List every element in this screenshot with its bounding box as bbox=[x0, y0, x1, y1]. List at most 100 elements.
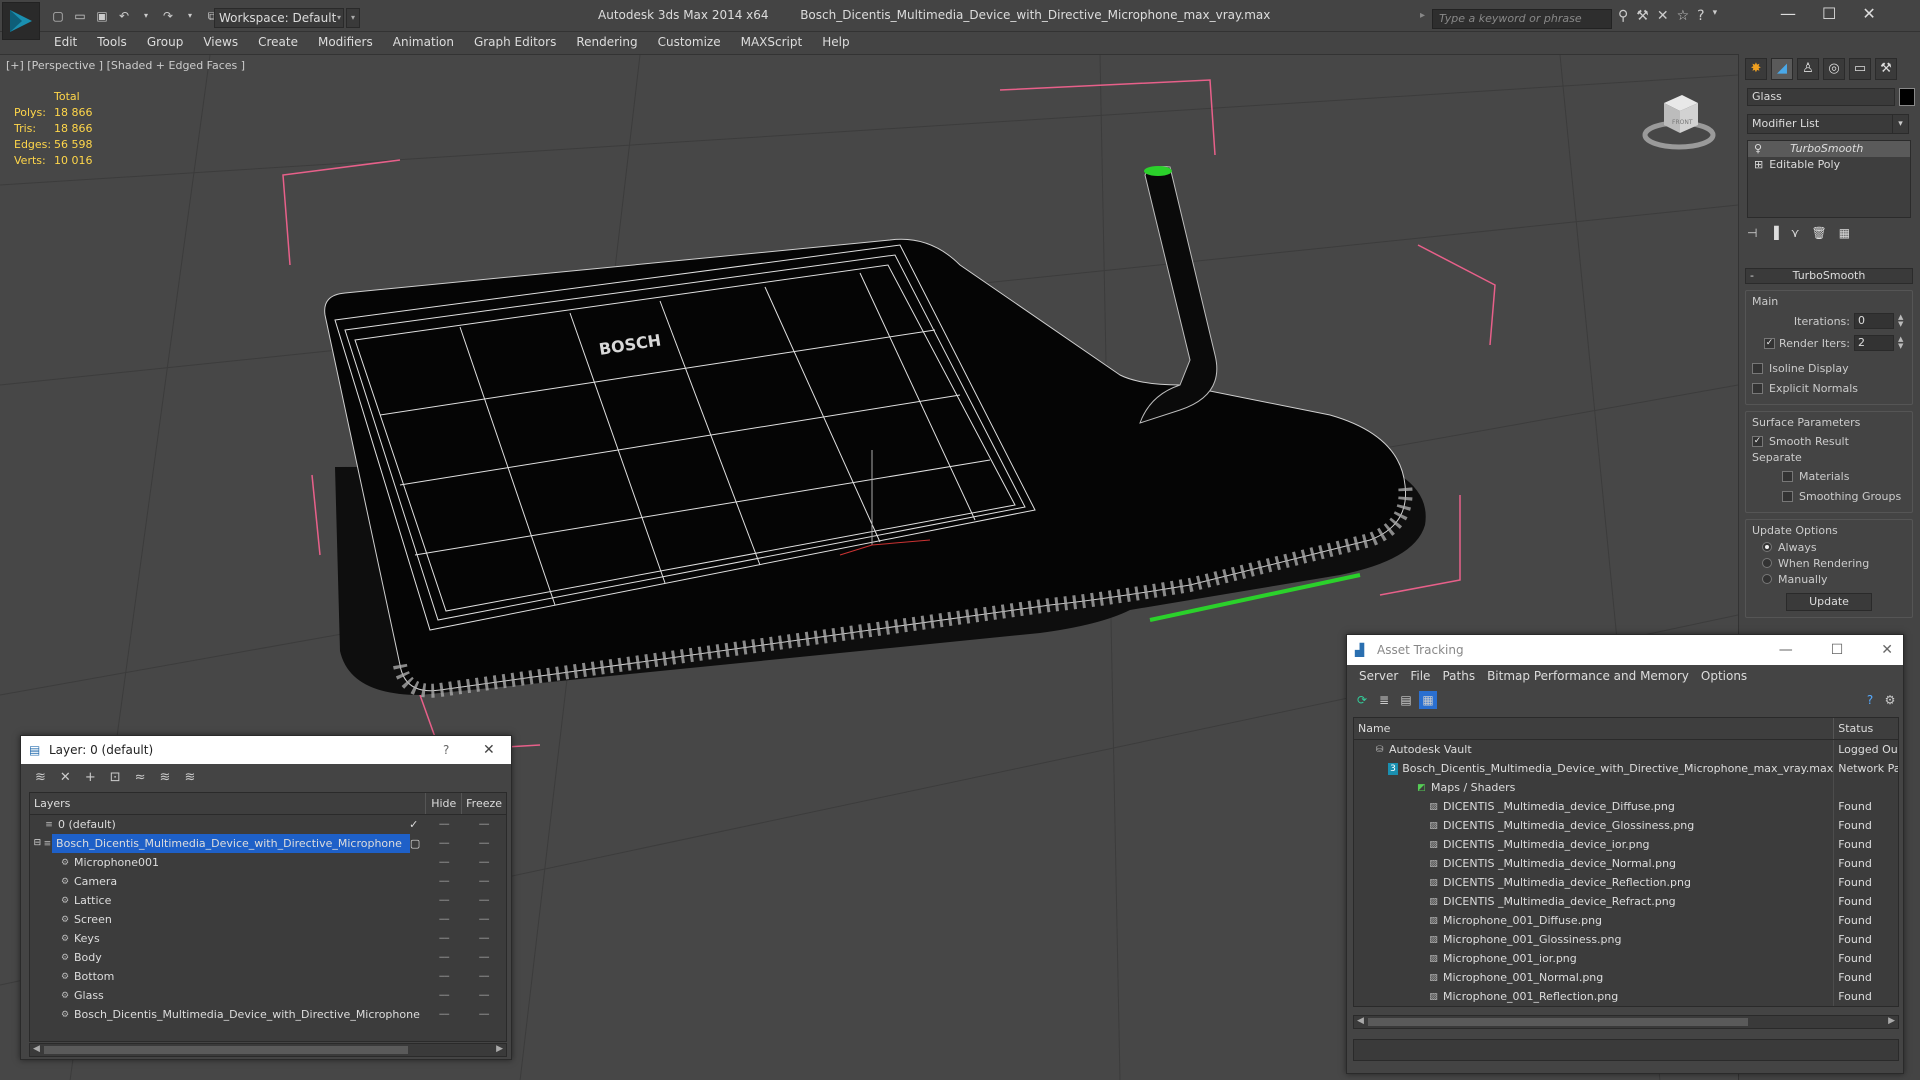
scroll-left-icon[interactable]: ◀ bbox=[1357, 1016, 1364, 1026]
favorites-star-icon[interactable]: ☆ bbox=[1677, 8, 1690, 24]
undo-icon[interactable]: ↶ bbox=[116, 8, 132, 24]
workspace-dropdown[interactable]: Workspace: Default ▾ bbox=[214, 8, 344, 28]
minimize-icon[interactable]: — bbox=[1780, 4, 1796, 23]
asset-row[interactable]: ▨ DICENTIS _Multimedia_device_Refract.png… bbox=[1354, 892, 1898, 911]
freeze-all-icon[interactable]: ≋ bbox=[184, 770, 195, 785]
table-view-icon[interactable]: ▦ bbox=[1419, 691, 1437, 709]
menu-help[interactable]: Help bbox=[812, 32, 859, 52]
menu-animation[interactable]: Animation bbox=[383, 32, 464, 52]
current-layer-check-icon[interactable]: ✓ bbox=[409, 815, 426, 834]
new-file-icon[interactable]: ▢ bbox=[50, 8, 66, 24]
asset-row[interactable]: ▨ Microphone_001_Diffuse.png Found bbox=[1354, 911, 1898, 930]
hide-toggle[interactable]: ━━ bbox=[426, 948, 462, 967]
hide-toggle[interactable]: ━━ bbox=[426, 929, 462, 948]
col-hide[interactable]: Hide bbox=[426, 793, 463, 814]
dialog-title-bar[interactable]: ▤ Layer: 0 (default) ? ✕ bbox=[21, 736, 511, 764]
hide-toggle[interactable]: ━━ bbox=[426, 1005, 462, 1024]
highlight-selected-icon[interactable]: ≈ bbox=[135, 770, 146, 785]
manually-radio[interactable]: Manually bbox=[1752, 571, 1906, 587]
asset-row[interactable]: ▨ DICENTIS _Multimedia_device_Glossiness.… bbox=[1354, 816, 1898, 835]
freeze-toggle[interactable]: ━━ bbox=[462, 986, 506, 1005]
show-end-result-icon[interactable]: ▐ bbox=[1769, 226, 1778, 240]
hide-all-icon[interactable]: ≋ bbox=[160, 770, 171, 785]
menu-edit[interactable]: Edit bbox=[44, 32, 87, 52]
help-button[interactable]: ? bbox=[443, 736, 449, 764]
menu-graph-editors[interactable]: Graph Editors bbox=[464, 32, 566, 52]
menu-group[interactable]: Group bbox=[137, 32, 194, 52]
asset-row[interactable]: ▨ Microphone_001_Normal.png Found bbox=[1354, 968, 1898, 987]
hide-toggle[interactable]: ━━ bbox=[426, 853, 462, 872]
subscription-icon[interactable]: ⚒ bbox=[1636, 8, 1649, 24]
col-freeze[interactable]: Freeze bbox=[462, 793, 506, 814]
delete-layer-icon[interactable]: ✕ bbox=[60, 770, 71, 785]
materials-checkbox[interactable]: Materials bbox=[1752, 466, 1906, 486]
select-objects-icon[interactable]: ⊡ bbox=[110, 770, 121, 785]
render-iters-checkbox[interactable]: ✓ bbox=[1764, 337, 1776, 349]
hide-toggle[interactable]: ━━ bbox=[426, 891, 462, 910]
layer-object-row[interactable]: ⚙ Screen ━━ ━━ bbox=[30, 910, 506, 929]
menu-rendering[interactable]: Rendering bbox=[566, 32, 647, 52]
stack-item-editable-poly[interactable]: ⊞ Editable Poly bbox=[1748, 157, 1910, 173]
hide-toggle[interactable]: ━━ bbox=[426, 872, 462, 891]
object-color-swatch[interactable] bbox=[1899, 88, 1915, 106]
utilities-tab-icon[interactable]: ⚒ bbox=[1875, 58, 1897, 80]
communication-icon[interactable]: ✕ bbox=[1657, 8, 1669, 24]
stack-item-turbosmooth[interactable]: ♀ TurboSmooth bbox=[1748, 141, 1910, 157]
save-file-icon[interactable]: ▣ bbox=[94, 8, 110, 24]
pin-stack-icon[interactable]: ⊣ bbox=[1747, 226, 1757, 240]
col-status[interactable]: Status bbox=[1834, 718, 1898, 739]
layer-object-row[interactable]: ⚙ Bottom ━━ ━━ bbox=[30, 967, 506, 986]
menu-modifiers[interactable]: Modifiers bbox=[308, 32, 383, 52]
make-unique-icon[interactable]: ⋎ bbox=[1791, 226, 1800, 240]
set-current-box-icon[interactable]: ▢ bbox=[410, 834, 426, 853]
redo-icon[interactable]: ↷ bbox=[160, 8, 176, 24]
layer-object-row[interactable]: ⚙ Body ━━ ━━ bbox=[30, 948, 506, 967]
configure-sets-icon[interactable]: ▦ bbox=[1839, 226, 1850, 240]
menu-file[interactable]: File bbox=[1404, 665, 1436, 687]
freeze-toggle[interactable]: ━━ bbox=[462, 872, 506, 891]
refresh-icon[interactable]: ⟳ bbox=[1353, 691, 1371, 709]
horizontal-scrollbar[interactable]: ◀ ▶ bbox=[1353, 1015, 1899, 1029]
binoculars-icon[interactable]: ⚲ bbox=[1618, 8, 1628, 24]
close-icon[interactable]: ✕ bbox=[483, 736, 495, 764]
spinner-icon[interactable]: ▲ ▼ bbox=[1898, 336, 1906, 350]
scroll-right-icon[interactable]: ▶ bbox=[1888, 1016, 1895, 1026]
isoline-display-checkbox[interactable]: Isoline Display bbox=[1752, 358, 1906, 378]
asset-row[interactable]: ▨ DICENTIS _Multimedia_device_Reflection.… bbox=[1354, 873, 1898, 892]
modifier-list-dropdown[interactable]: Modifier List ▾ bbox=[1747, 114, 1909, 134]
hide-toggle[interactable]: ━━ bbox=[426, 967, 462, 986]
when-rendering-radio[interactable]: When Rendering bbox=[1752, 555, 1906, 571]
create-layer-icon[interactable]: ≋ bbox=[35, 770, 46, 785]
freeze-toggle[interactable]: ━━ bbox=[462, 834, 506, 853]
hide-toggle[interactable]: ━━ bbox=[426, 815, 462, 834]
redo-dropdown-icon[interactable]: ▾ bbox=[182, 8, 198, 24]
menu-maxscript[interactable]: MAXScript bbox=[731, 32, 813, 52]
expand-plus-icon[interactable]: ⊞ bbox=[1754, 157, 1763, 173]
create-tab-icon[interactable]: ✸ bbox=[1745, 58, 1767, 80]
viewcube[interactable]: FRONT bbox=[1642, 89, 1716, 156]
layer-object-row[interactable]: ⚙ Bosch_Dicentis_Multimedia_Device_with_D… bbox=[30, 1005, 506, 1024]
menu-server[interactable]: Server bbox=[1353, 665, 1404, 687]
freeze-toggle[interactable]: ━━ bbox=[462, 967, 506, 986]
open-file-icon[interactable]: ▭ bbox=[72, 8, 88, 24]
asset-row[interactable]: 3 Bosch_Dicentis_Multimedia_Device_with_D… bbox=[1354, 759, 1898, 778]
col-name[interactable]: Name bbox=[1354, 718, 1835, 739]
scroll-thumb[interactable] bbox=[44, 1046, 408, 1054]
smooth-result-checkbox[interactable]: ✓ Smooth Result bbox=[1752, 431, 1906, 451]
update-button[interactable]: Update bbox=[1786, 593, 1872, 611]
asset-row[interactable]: ▨ Microphone_001_Glossiness.png Found bbox=[1354, 930, 1898, 949]
smoothing-groups-checkbox[interactable]: Smoothing Groups bbox=[1752, 486, 1906, 506]
collapse-icon[interactable]: ⊟ bbox=[34, 834, 43, 853]
asset-row[interactable]: ▨ DICENTIS _Multimedia_device_Normal.png … bbox=[1354, 854, 1898, 873]
layer-object-row[interactable]: ⚙ Microphone001 ━━ ━━ bbox=[30, 853, 506, 872]
asset-path-field[interactable] bbox=[1353, 1039, 1899, 1061]
help-icon[interactable]: ? bbox=[1861, 691, 1879, 709]
maximize-icon[interactable]: ☐ bbox=[1831, 635, 1844, 665]
layer-object-row[interactable]: ⚙ Glass ━━ ━━ bbox=[30, 986, 506, 1005]
list-view-icon[interactable]: ≣ bbox=[1375, 691, 1393, 709]
horizontal-scrollbar[interactable]: ◀ ▶ bbox=[29, 1043, 507, 1057]
scroll-left-icon[interactable]: ◀ bbox=[33, 1044, 40, 1054]
freeze-toggle[interactable]: ━━ bbox=[462, 948, 506, 967]
rollout-header[interactable]: - TurboSmooth bbox=[1745, 268, 1913, 284]
hide-toggle[interactable]: ━━ bbox=[426, 986, 462, 1005]
